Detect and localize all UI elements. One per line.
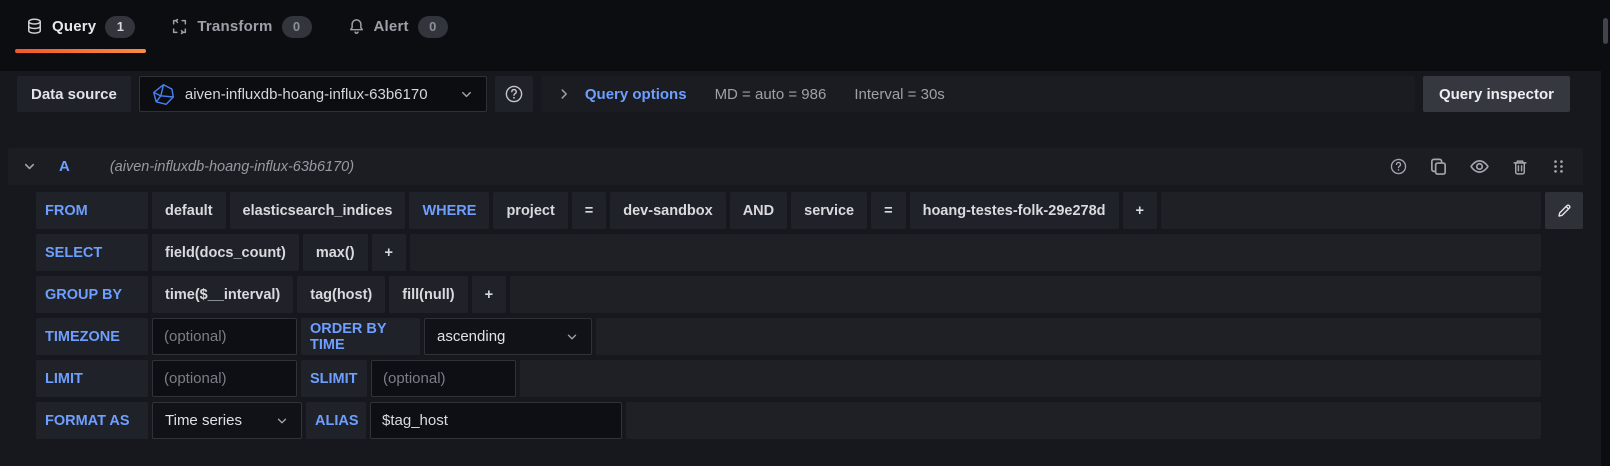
pencil-icon: [1556, 202, 1573, 219]
chevron-down-icon: [565, 330, 579, 344]
where-condition-value[interactable]: hoang-testes-folk-29e278d: [910, 192, 1119, 229]
where-keyword: WHERE: [409, 192, 489, 229]
query-options-interval: Interval = 30s: [854, 86, 944, 103]
drag-handle-icon[interactable]: [1550, 158, 1567, 175]
query-editor-pane: Data source aiven-influxdb-hoang-influx-…: [0, 71, 1601, 466]
scrollbar-thumb[interactable]: [1603, 18, 1608, 44]
datasource-label: Data source: [17, 76, 131, 112]
tab-transform-badge: 0: [282, 16, 312, 38]
alias-keyword: ALIAS: [306, 402, 366, 439]
row-filler: [510, 276, 1541, 313]
add-condition-button[interactable]: +: [1123, 192, 1157, 229]
query-datasource-hint: (aiven-influxdb-hoang-influx-63b6170): [110, 159, 354, 175]
chevron-down-icon: [459, 87, 474, 102]
add-select-button[interactable]: +: [372, 234, 406, 271]
tab-alert-label: Alert: [374, 18, 409, 35]
tab-query-badge: 1: [105, 16, 135, 38]
row-filler: [520, 360, 1541, 397]
tab-query[interactable]: Query 1: [8, 0, 153, 53]
from-row: FROM default elasticsearch_indices WHERE…: [36, 192, 1541, 229]
from-policy-segment[interactable]: default: [152, 192, 226, 229]
order-by-time-value: ascending: [437, 328, 505, 345]
group-by-keyword: GROUP BY: [36, 276, 148, 313]
datasource-picker[interactable]: aiven-influxdb-hoang-influx-63b6170: [139, 76, 487, 112]
tab-transform[interactable]: Transform 0: [153, 0, 329, 53]
datasource-picker-value: aiven-influxdb-hoang-influx-63b6170: [185, 86, 428, 103]
tab-transform-label: Transform: [197, 18, 272, 35]
tab-alert[interactable]: Alert 0: [330, 0, 466, 53]
toggle-text-edit-button[interactable]: [1545, 192, 1583, 229]
datasource-help-button[interactable]: [495, 76, 533, 112]
vertical-scrollbar[interactable]: [1601, 0, 1610, 466]
where-condition-key[interactable]: project: [493, 192, 567, 229]
transform-icon: [171, 18, 188, 35]
tab-query-label: Query: [52, 18, 96, 35]
query-options-md: MD = auto = 986: [715, 86, 827, 103]
where-condition-connector[interactable]: AND: [730, 192, 787, 229]
alias-input[interactable]: [370, 402, 622, 439]
copy-query-icon[interactable]: [1429, 157, 1448, 176]
where-condition-key[interactable]: service: [791, 192, 867, 229]
query-options-label: Query options: [585, 86, 687, 103]
format-as-select[interactable]: Time series: [152, 402, 302, 439]
format-as-row: FORMAT AS Time series ALIAS: [36, 402, 1541, 439]
collapse-query-icon[interactable]: [22, 159, 37, 174]
group-by-time-segment[interactable]: time($__interval): [152, 276, 293, 313]
influxdb-logo-icon: [152, 83, 175, 106]
order-by-time-keyword: ORDER BY TIME: [301, 318, 420, 355]
limit-row: LIMIT SLIMIT: [36, 360, 1541, 397]
select-keyword: SELECT: [36, 234, 148, 271]
timezone-input[interactable]: [152, 318, 297, 355]
group-by-fill-segment[interactable]: fill(null): [389, 276, 467, 313]
slimit-input[interactable]: [371, 360, 516, 397]
row-filler: [1161, 192, 1541, 229]
influx-query-rows: FROM default elasticsearch_indices WHERE…: [36, 192, 1541, 439]
help-circle-icon: [504, 84, 524, 104]
query-header-actions: [1389, 156, 1567, 177]
select-field-segment[interactable]: field(docs_count): [152, 234, 299, 271]
row-filler: [626, 402, 1541, 439]
grafana-panel-query-editor: Query 1 Transform 0 Alert 0 Data source: [0, 0, 1610, 466]
timezone-row: TIMEZONE ORDER BY TIME ascending: [36, 318, 1541, 355]
bell-icon: [348, 18, 365, 35]
query-ref-id[interactable]: A: [59, 158, 70, 175]
from-keyword: FROM: [36, 192, 148, 229]
chevron-right-icon: [557, 87, 571, 101]
select-row: SELECT field(docs_count) max() +: [36, 234, 1541, 271]
chevron-down-icon: [275, 414, 289, 428]
help-circle-icon[interactable]: [1389, 157, 1408, 176]
database-icon: [26, 18, 43, 35]
trash-icon[interactable]: [1511, 158, 1529, 176]
slimit-keyword: SLIMIT: [301, 360, 367, 397]
editor-tabbar: Query 1 Transform 0 Alert 0: [0, 0, 1601, 71]
row-filler: [596, 318, 1541, 355]
query-options-toggle[interactable]: Query options: [557, 86, 687, 103]
query-options-bar[interactable]: Query options MD = auto = 986 Interval =…: [541, 76, 1415, 112]
order-by-time-select[interactable]: ascending: [424, 318, 592, 355]
format-as-value: Time series: [165, 412, 242, 429]
group-by-row: GROUP BY time($__interval) tag(host) fil…: [36, 276, 1541, 313]
where-condition-operator[interactable]: =: [572, 192, 606, 229]
group-by-tag-segment[interactable]: tag(host): [297, 276, 385, 313]
select-aggregation-segment[interactable]: max(): [303, 234, 368, 271]
add-group-by-button[interactable]: +: [472, 276, 506, 313]
query-inspector-button[interactable]: Query inspector: [1423, 76, 1570, 112]
eye-toggle-icon[interactable]: [1469, 156, 1490, 177]
limit-input[interactable]: [152, 360, 297, 397]
from-measurement-segment[interactable]: elasticsearch_indices: [230, 192, 406, 229]
tab-alert-badge: 0: [418, 16, 448, 38]
limit-keyword: LIMIT: [36, 360, 148, 397]
query-header-row: A (aiven-influxdb-hoang-influx-63b6170): [8, 148, 1583, 185]
active-tab-indicator: [15, 49, 146, 53]
row-filler: [410, 234, 1541, 271]
where-condition-value[interactable]: dev-sandbox: [610, 192, 725, 229]
format-as-keyword: FORMAT AS: [36, 402, 148, 439]
where-condition-operator[interactable]: =: [871, 192, 905, 229]
timezone-keyword: TIMEZONE: [36, 318, 148, 355]
datasource-bar: Data source aiven-influxdb-hoang-influx-…: [17, 76, 1570, 112]
